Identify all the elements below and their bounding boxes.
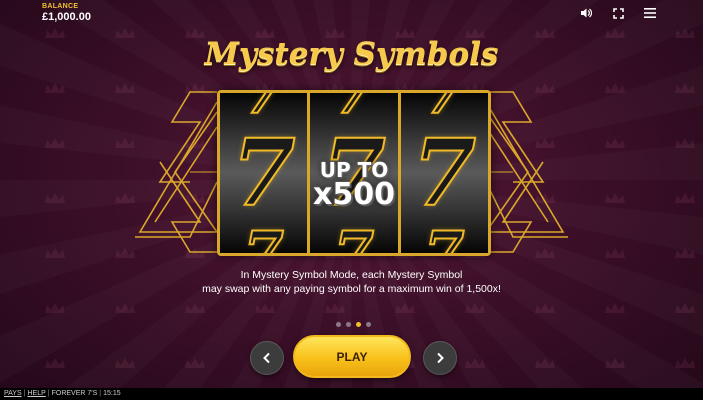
footer-bar: PAYS | HELP | FOREVER 7'S | 15:15 xyxy=(0,388,703,400)
crown-pattern-mark xyxy=(115,303,135,313)
pagination-dots xyxy=(336,322,371,327)
reel-symbol: 7 xyxy=(242,218,284,253)
chevron-left-icon xyxy=(263,352,270,364)
page-dot[interactable] xyxy=(336,322,341,327)
crown-pattern-mark xyxy=(605,303,625,313)
crown-pattern-mark xyxy=(605,358,625,368)
page-title: Mystery Symbols xyxy=(204,36,499,72)
page-dot[interactable] xyxy=(366,322,371,327)
reel-symbol: 7 xyxy=(423,218,465,253)
crown-pattern-mark xyxy=(675,248,695,258)
fullscreen-icon[interactable] xyxy=(611,6,625,20)
crown-pattern-mark xyxy=(45,303,65,313)
crown-pattern-mark xyxy=(45,248,65,258)
pays-link[interactable]: PAYS xyxy=(4,390,22,397)
feature-description: In Mystery Symbol Mode, each Mystery Sym… xyxy=(0,268,703,296)
crown-pattern-mark xyxy=(675,303,695,313)
crown-pattern-mark xyxy=(605,138,625,148)
crown-pattern-mark xyxy=(605,248,625,258)
reel-symbol: 7 xyxy=(333,218,375,253)
crown-pattern-mark xyxy=(535,358,555,368)
page-dot-active[interactable] xyxy=(356,322,361,327)
reels-illustration: 7 7 7 7 7 7 7 7 7 UP TO x500 xyxy=(130,82,573,262)
crown-pattern-mark xyxy=(675,193,695,203)
crown-pattern-mark xyxy=(395,303,415,313)
multiplier-line2: x500 xyxy=(313,177,395,212)
multiplier-badge: UP TO x500 xyxy=(217,160,491,210)
chevron-right-icon xyxy=(437,352,444,364)
crown-pattern-mark xyxy=(465,358,485,368)
clock: 15:15 xyxy=(103,390,121,397)
crown-pattern-mark xyxy=(45,358,65,368)
speaker-icon[interactable] xyxy=(579,6,593,20)
crown-pattern-mark xyxy=(605,83,625,93)
crown-pattern-mark xyxy=(535,303,555,313)
help-link[interactable]: HELP xyxy=(27,390,45,397)
crown-pattern-mark xyxy=(115,358,135,368)
description-line1: In Mystery Symbol Mode, each Mystery Sym… xyxy=(240,269,463,281)
crown-pattern-mark xyxy=(675,83,695,93)
description-line2: may swap with any paying symbol for a ma… xyxy=(202,283,501,295)
balance-display: BALANCE £1,000.00 xyxy=(42,3,91,23)
previous-button[interactable] xyxy=(250,341,284,375)
crown-pattern-mark xyxy=(675,358,695,368)
balance-value: £1,000.00 xyxy=(42,11,91,23)
play-button[interactable]: PLAY xyxy=(293,335,411,378)
crown-pattern-mark xyxy=(605,193,625,203)
game-name: FOREVER 7'S xyxy=(51,390,98,397)
menu-icon[interactable] xyxy=(643,6,657,20)
crown-pattern-mark xyxy=(45,138,65,148)
crown-pattern-mark xyxy=(675,138,695,148)
crown-pattern-mark xyxy=(45,83,65,93)
top-controls xyxy=(579,6,657,20)
next-button[interactable] xyxy=(423,341,457,375)
crown-pattern-mark xyxy=(45,193,65,203)
crown-pattern-mark xyxy=(185,358,205,368)
balance-label: BALANCE xyxy=(42,3,79,10)
crown-pattern-mark xyxy=(185,303,205,313)
crown-pattern-mark xyxy=(325,303,345,313)
crown-pattern-mark xyxy=(255,303,275,313)
page-dot[interactable] xyxy=(346,322,351,327)
crown-pattern-mark xyxy=(465,303,485,313)
